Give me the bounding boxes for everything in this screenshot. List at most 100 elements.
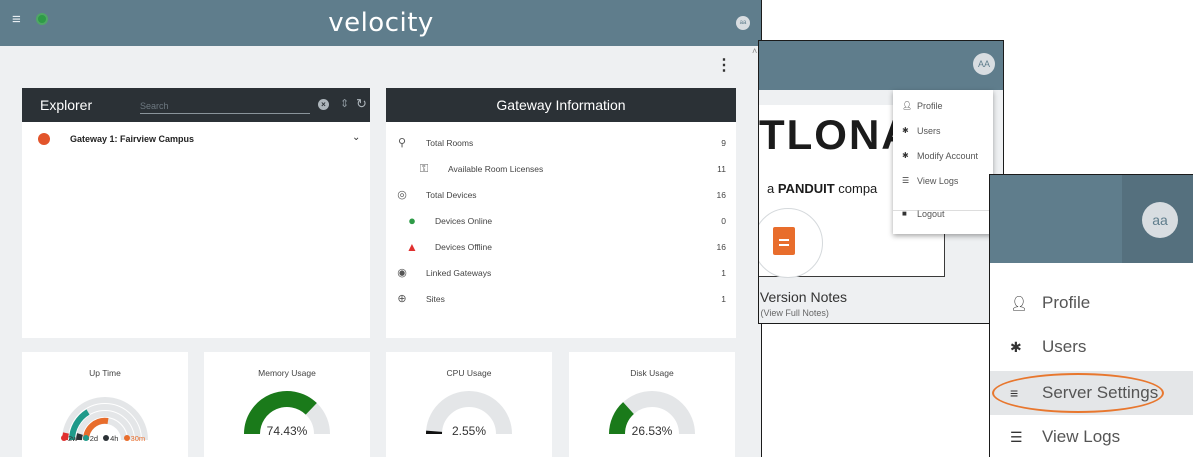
explorer-panel: Explorer × ⇕ ↻ Gateway 1: Fairview Campu… — [22, 88, 370, 338]
uptime-card: Up Time 2w 2d 4h 30m — [22, 352, 188, 457]
legend-dot-icon — [61, 435, 67, 441]
menu-item-view-logs[interactable]: ☰ View Logs — [990, 415, 1193, 457]
uptime-arcs — [62, 397, 148, 441]
info-label: Linked Gateways — [426, 268, 492, 278]
brand-subtitle: a PANDUIT compa — [767, 181, 877, 196]
menu-item-label: View Logs — [917, 176, 959, 186]
menu-item-modify-account[interactable]: ✱ Modify Account — [893, 145, 993, 169]
info-label: Total Rooms — [426, 138, 474, 148]
memory-value: 74.43% — [266, 424, 308, 438]
info-value: 0 — [721, 216, 726, 226]
info-row-available-licenses: ⚿ Available Room Licenses 11 — [386, 162, 736, 182]
cpu-card: CPU Usage 2.55% — [386, 352, 552, 457]
info-value: 1 — [721, 294, 726, 304]
brand-logo: TLONA — [759, 111, 914, 158]
info-row-total-devices: ◎ Total Devices 16 — [386, 188, 736, 208]
main-window: ≡ velocity aa ˄ ⋮ Explorer × ⇕ ↻ Gateway… — [0, 0, 762, 457]
memory-title: Memory Usage — [258, 368, 316, 378]
more-options-icon[interactable]: ⋮ — [716, 58, 732, 74]
gateway-info-title: Gateway Information — [496, 97, 626, 113]
menu-item-label: Profile — [1042, 293, 1091, 312]
user-avatar[interactable]: aa — [1142, 202, 1178, 238]
info-value: 16 — [716, 190, 726, 200]
clear-search-icon[interactable]: × — [318, 99, 329, 110]
info-label: Available Room Licenses — [448, 164, 544, 174]
info-label: Total Devices — [426, 190, 477, 200]
app-logo: velocity — [328, 8, 434, 38]
legend-label: 4h — [110, 434, 119, 443]
cpu-title: CPU Usage — [446, 368, 492, 378]
info-row-devices-online: ● Devices Online 0 — [386, 214, 736, 234]
explorer-title: Explorer — [40, 97, 93, 113]
devices-icon: ◎ — [397, 189, 407, 201]
sort-icon[interactable]: ⇕ — [340, 97, 349, 110]
legend-dot-icon — [123, 435, 130, 441]
menu-item-label: Users — [917, 126, 941, 136]
info-value: 1 — [721, 268, 726, 278]
legend-dot-icon — [82, 435, 89, 441]
key-icon: ⚿ — [419, 163, 429, 175]
document-icon — [773, 227, 795, 255]
gateway-info-panel: Gateway Information ⚲ Total Rooms 9 ⚿ Av… — [386, 88, 736, 338]
menu-item-label: Logout — [917, 209, 945, 219]
legend-label: 2w — [68, 434, 78, 443]
zoomed-menu-window: aa 👤︎ Profile ✱ Users ≡ Server Settings ☰ Vi… — [989, 174, 1193, 457]
check-circle-icon: ● — [408, 213, 416, 228]
info-row-sites: ⊕ Sites 1 — [386, 292, 736, 312]
disk-card: Disk Usage 26.53% — [569, 352, 735, 457]
lock-icon: ■ — [902, 209, 907, 218]
user-avatar[interactable]: AA — [973, 53, 995, 75]
info-label: Devices Offline — [435, 242, 493, 252]
info-row-devices-offline: ▲ Devices Offline 16 — [386, 240, 736, 260]
person-icon: 👤︎ — [902, 101, 913, 110]
info-value: 11 — [717, 164, 726, 174]
view-full-notes-link[interactable]: 2 (View Full Notes) — [759, 308, 829, 318]
menu-item-users[interactable]: ✱ Users — [893, 120, 993, 144]
menu-item-profile[interactable]: 👤︎ Profile — [893, 95, 993, 119]
memory-card: Memory Usage 74.43% — [204, 352, 370, 457]
uptime-title: Up Time — [89, 368, 121, 378]
top-bar: ≡ velocity aa — [0, 0, 761, 46]
disk-title: Disk Usage — [630, 368, 674, 378]
info-value: 9 — [721, 138, 726, 148]
gateway-tree-item[interactable]: Gateway 1: Fairview Campus ⌄ — [22, 122, 370, 154]
database-icon: ☰ — [1010, 429, 1023, 445]
refresh-icon[interactable]: ↻ — [356, 96, 367, 112]
gateway-label: Gateway 1: Fairview Campus — [70, 134, 195, 144]
menu-item-label: Modify Account — [917, 151, 979, 161]
world-icon: ⊕ — [397, 293, 407, 305]
legend-label: 2d — [89, 434, 99, 443]
chevron-down-icon[interactable]: ⌄ — [352, 132, 360, 143]
menu-item-logout[interactable]: ■ Logout — [893, 203, 993, 227]
person-icon: 👤︎ — [1010, 295, 1028, 311]
warning-icon: ▲ — [406, 240, 418, 254]
menu-item-users[interactable]: ✱ Users — [990, 325, 1193, 369]
brand-sub-prefix: a — [767, 181, 778, 196]
search-input[interactable] — [140, 98, 310, 114]
cpu-value: 2.55% — [451, 424, 487, 438]
account-dropdown: 👤︎ Profile ✱ Users ✱ Modify Account ☰ View L… — [893, 90, 993, 234]
map-pin-icon: ⚲ — [397, 137, 407, 149]
legend-label: 30m — [130, 434, 146, 443]
gateway-info-header: Gateway Information — [386, 88, 736, 122]
gear-icon: ✱ — [1010, 339, 1022, 355]
brand-sub-suffix: compa — [834, 181, 878, 196]
panduit-logo: PANDUIT — [777, 181, 835, 196]
user-avatar[interactable]: aa — [736, 16, 750, 30]
menu-item-view-logs[interactable]: ☰ View Logs — [893, 170, 993, 194]
database-icon: ☰ — [902, 176, 910, 185]
menu-item-label: Profile — [917, 101, 943, 111]
explorer-header: Explorer × ⇕ ↻ — [22, 88, 370, 122]
gear-icon: ✱ — [902, 151, 909, 160]
globe-icon — [38, 133, 50, 145]
menu-item-label: View Logs — [1042, 427, 1121, 446]
info-row-linked-gateways: ◉ Linked Gateways 1 — [386, 266, 736, 286]
account-menu-window: AA TLONA a PANDUIT compa y Version Notes… — [758, 40, 1004, 324]
legend-dot-icon — [103, 435, 110, 441]
disk-value: 26.53% — [631, 424, 673, 438]
gear-icon: ✱ — [902, 126, 909, 135]
info-row-total-rooms: ⚲ Total Rooms 9 — [386, 136, 736, 156]
menu-item-profile[interactable]: 👤︎ Profile — [990, 281, 1193, 325]
release-notes-title: y Version Notes — [758, 289, 848, 305]
uptime-legend: 2w 2d 4h 30m — [58, 434, 145, 443]
